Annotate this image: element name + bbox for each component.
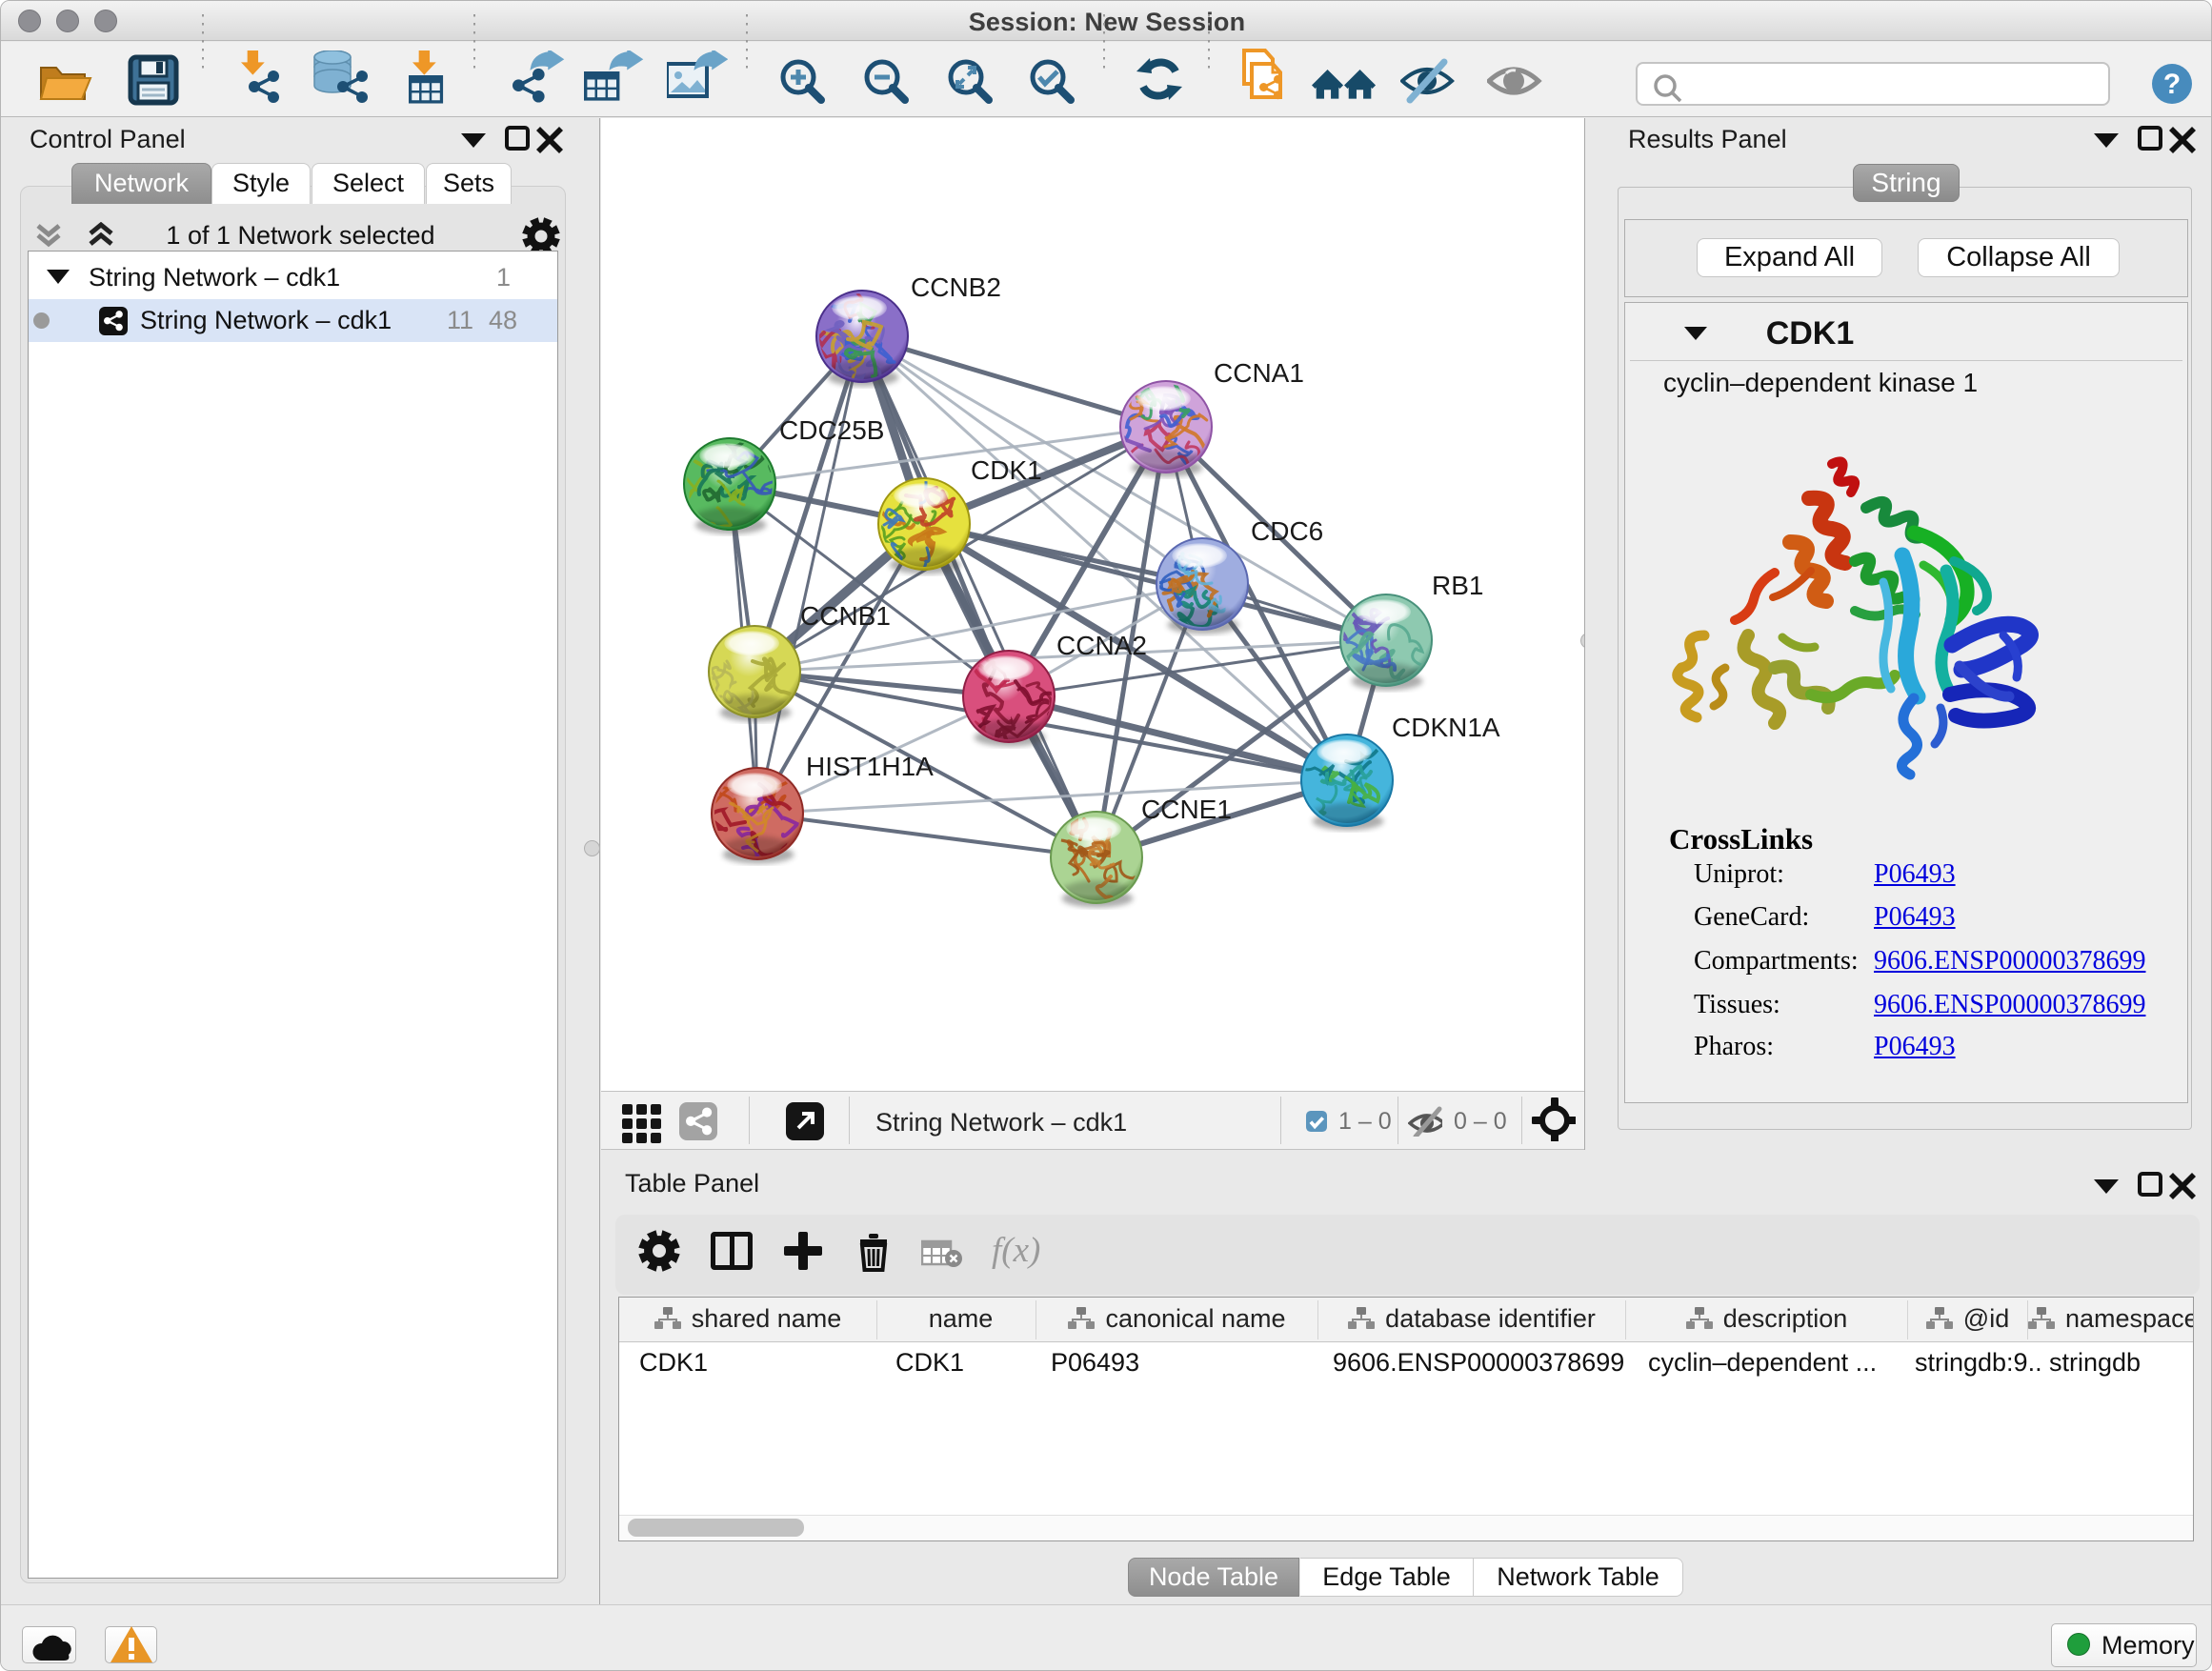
svg-text:CDC6: CDC6	[1251, 516, 1323, 546]
svg-text:CDC25B: CDC25B	[779, 415, 884, 445]
svg-text:CCNB2: CCNB2	[911, 272, 1001, 302]
svg-text:HIST1H1A: HIST1H1A	[806, 752, 934, 781]
svg-text:RB1: RB1	[1432, 571, 1483, 600]
svg-text:CDK1: CDK1	[971, 455, 1042, 485]
svg-text:CCNA1: CCNA1	[1214, 358, 1304, 388]
svg-text:CCNB1: CCNB1	[800, 601, 891, 631]
svg-text:?: ?	[2163, 69, 2181, 100]
svg-text:CCNE1: CCNE1	[1141, 795, 1232, 824]
svg-text:CDKN1A: CDKN1A	[1392, 713, 1500, 742]
svg-text:CCNA2: CCNA2	[1056, 631, 1147, 660]
